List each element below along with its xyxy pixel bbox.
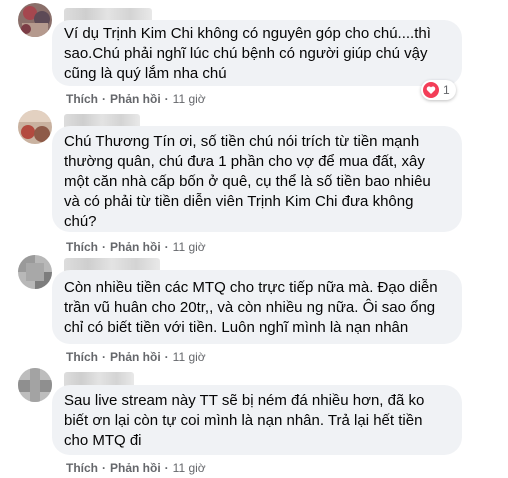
avatar[interactable] <box>18 368 52 402</box>
comment-actions: Thích · Phản hồi · 11 giờ <box>66 350 206 364</box>
avatar[interactable] <box>18 110 52 144</box>
comment-actions: Thích · Phản hồi · 11 giờ <box>66 461 206 475</box>
timestamp[interactable]: 11 giờ <box>173 461 206 475</box>
like-button[interactable]: Thích <box>66 240 98 254</box>
reply-button[interactable]: Phản hồi <box>110 92 161 106</box>
like-button[interactable]: Thích <box>66 92 98 106</box>
reply-button[interactable]: Phản hồi <box>110 350 161 364</box>
comment-text: Ví dụ Trịnh Kim Chi không có nguyên góp … <box>64 25 431 82</box>
reaction-badge[interactable]: 1 <box>421 80 456 100</box>
top-edge <box>0 0 508 6</box>
comment-actions: Thích · Phản hồi · 11 giờ <box>66 92 206 106</box>
comment-bubble: Ví dụ Trịnh Kim Chi không có nguyên góp … <box>52 20 462 86</box>
separator-dot: · <box>164 350 169 364</box>
comment-actions: Thích · Phản hồi · 11 giờ <box>66 240 206 254</box>
comment-text: Sau live stream này TT sẽ bị ném đá nhiề… <box>64 392 425 449</box>
separator-dot: · <box>102 92 106 106</box>
separator-dot: · <box>102 350 106 364</box>
separator-dot: · <box>164 240 169 254</box>
like-button[interactable]: Thích <box>66 350 98 364</box>
comment-bubble: Sau live stream này TT sẽ bị ném đá nhiề… <box>52 385 462 455</box>
comment-text: Chú Thương Tín ơi, số tiền chú nói trích… <box>64 133 431 230</box>
separator-dot: · <box>164 461 169 475</box>
timestamp[interactable]: 11 giờ <box>173 350 206 364</box>
comment-text: Còn nhiều tiền các MTQ cho trực tiếp nữa… <box>64 279 438 336</box>
heart-icon <box>423 82 439 98</box>
separator-dot: · <box>164 92 169 106</box>
separator-dot: · <box>102 461 106 475</box>
like-button[interactable]: Thích <box>66 461 98 475</box>
reply-button[interactable]: Phản hồi <box>110 240 161 254</box>
comment-bubble: Còn nhiều tiền các MTQ cho trực tiếp nữa… <box>52 270 462 344</box>
reply-button[interactable]: Phản hồi <box>110 461 161 475</box>
avatar[interactable] <box>18 255 52 289</box>
comment-bubble: Chú Thương Tín ơi, số tiền chú nói trích… <box>52 126 462 232</box>
separator-dot: · <box>102 240 106 254</box>
avatar[interactable] <box>18 3 52 37</box>
timestamp[interactable]: 11 giờ <box>173 240 206 254</box>
reaction-count: 1 <box>443 83 450 97</box>
timestamp[interactable]: 11 giờ <box>173 92 206 106</box>
